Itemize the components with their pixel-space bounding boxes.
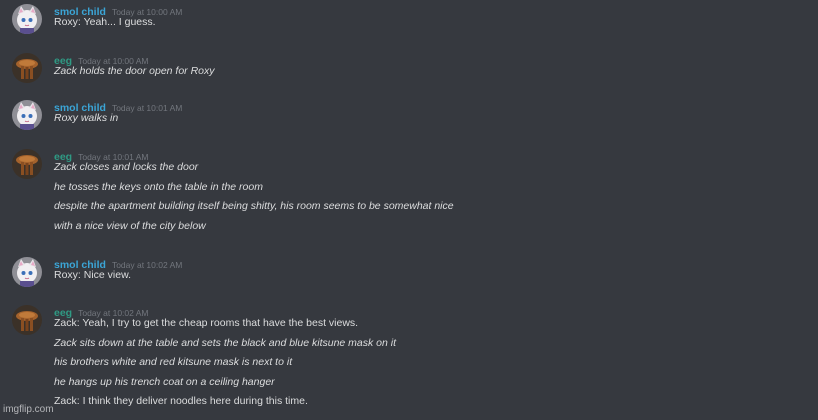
- wooden-stool-avatar[interactable]: [12, 53, 42, 83]
- imgflip-watermark: imgflip.com: [3, 404, 54, 415]
- message-text: Zack closes and locks the door: [54, 161, 199, 173]
- message-text: Zack: I think they deliver noodles here …: [54, 395, 308, 407]
- message-text: his brothers white and red kitsune mask …: [54, 356, 293, 368]
- message-text: Roxy: Nice view.: [54, 269, 132, 281]
- wooden-stool-avatar[interactable]: [12, 305, 42, 335]
- message-text: he hangs up his trench coat on a ceiling…: [54, 375, 275, 388]
- message-text: despite the apartment building itself be…: [54, 200, 454, 212]
- wooden-stool-avatar[interactable]: [12, 149, 42, 179]
- message-text: Roxy: Yeah... I guess.: [54, 16, 156, 28]
- message-text: Zack holds the door open for Roxy: [54, 65, 215, 77]
- white-cat-girl-avatar[interactable]: [12, 100, 42, 130]
- white-cat-girl-avatar[interactable]: [12, 4, 42, 34]
- white-cat-girl-avatar[interactable]: [12, 257, 42, 287]
- message-text: Zack sits down at the table and sets the…: [54, 336, 397, 349]
- message-text: he tosses the keys onto the table in the…: [54, 180, 263, 193]
- message-text: Roxy walks in: [54, 112, 119, 124]
- timestamp: Today at 10:01 AM: [111, 103, 183, 113]
- chat-log: smol child Today at 10:00 AM Roxy: Yeah...…: [0, 0, 818, 420]
- message-text: Zack: Yeah, I try to get the cheap rooms…: [54, 317, 359, 329]
- message-text: with a nice view of the city below: [54, 219, 206, 232]
